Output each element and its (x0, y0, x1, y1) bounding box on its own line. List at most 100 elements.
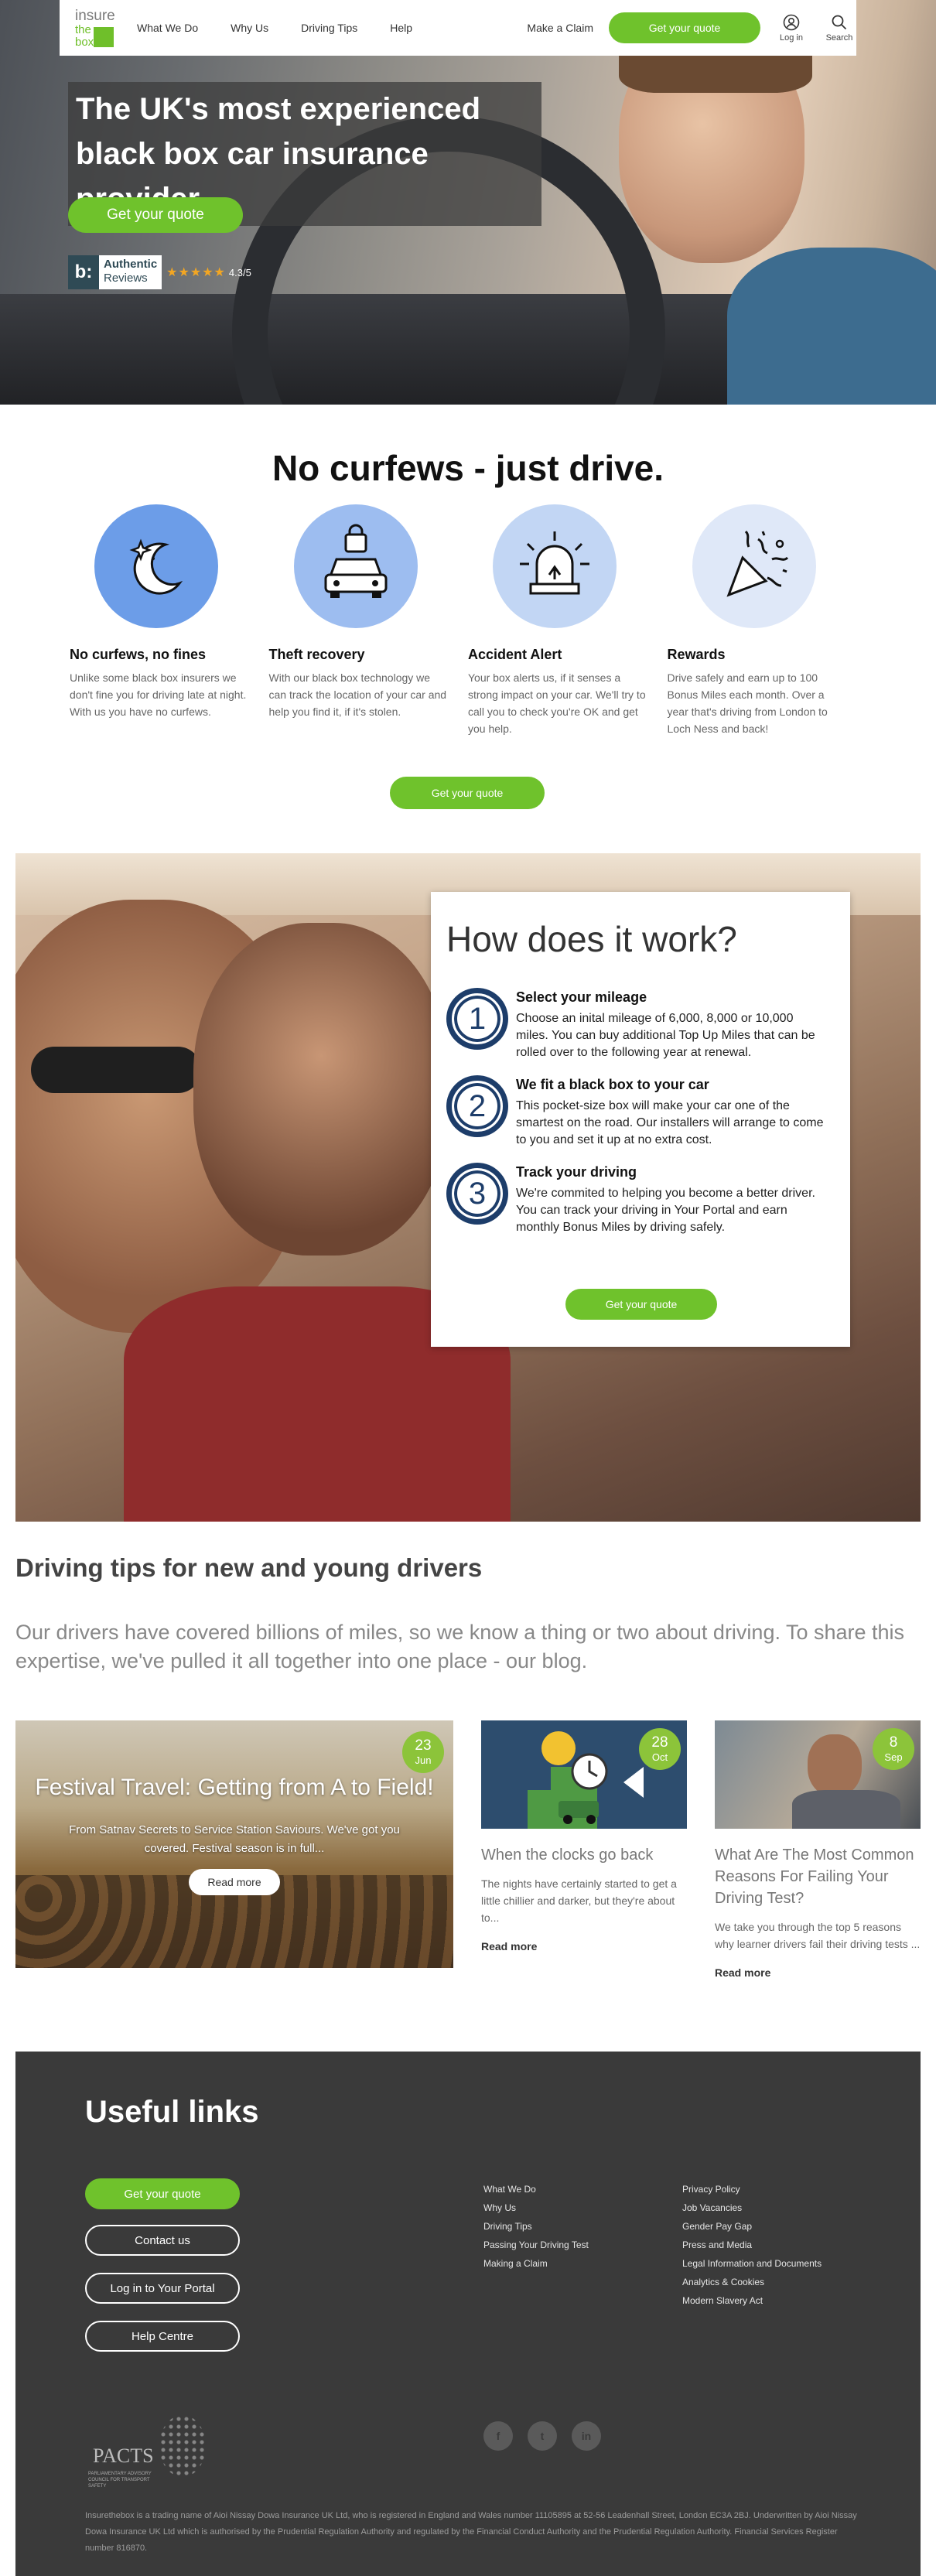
post-date-badge: 8 Sep (873, 1728, 914, 1770)
footer-link[interactable]: Privacy Policy (682, 2180, 822, 2198)
how-title: How does it work? (446, 919, 737, 959)
blog-title: Driving tips for new and young drivers (15, 1553, 483, 1582)
social-links: f t in (483, 2421, 601, 2451)
feature-text: Unlike some black box insurers we don't … (70, 671, 247, 718)
footer-link[interactable]: Modern Slavery Act (682, 2291, 822, 2310)
nav-help[interactable]: Help (390, 22, 412, 34)
footer-title: Useful links (85, 2095, 259, 2129)
help-centre-button[interactable]: Help Centre (85, 2321, 240, 2352)
post-image: 8 Sep (715, 1720, 921, 1829)
login-portal-button[interactable]: Log in to Your Portal (85, 2273, 240, 2304)
features-title: No curfews - just drive. (272, 448, 664, 488)
site-footer: Useful links Get your quote Contact us L… (15, 2052, 921, 2576)
featured-read-more-button[interactable]: Read more (189, 1869, 280, 1895)
footer-link[interactable]: Press and Media (682, 2236, 822, 2254)
post-photo-person (808, 1734, 862, 1796)
featured-post-title: Festival Travel: Getting from A to Field… (35, 1775, 434, 1800)
post-date-badge: 28 Oct (639, 1728, 681, 1770)
footer-link[interactable]: Passing Your Driving Test (483, 2236, 589, 2254)
feature-text: Drive safely and earn up to 100 Bonus Mi… (667, 671, 828, 735)
pacts-logo: PACTS PARLIAMENTARY ADVISORY COUNCIL FOR… (85, 2415, 206, 2489)
feature-title: Accident Alert (468, 647, 562, 662)
search-label: Search (825, 32, 853, 43)
step-number-badge: 1 (446, 988, 508, 1050)
footer-link[interactable]: Gender Pay Gap (682, 2217, 822, 2236)
header-get-quote-button[interactable]: Get your quote (609, 12, 760, 43)
step-text: This pocket-size box will make your car … (516, 1099, 824, 1146)
login-button[interactable]: Log in (774, 14, 808, 43)
site-header: insure the box What We Do Why Us Driving… (60, 0, 856, 56)
step-text: Choose an inital mileage of 6,000, 8,000… (516, 1012, 815, 1059)
feature-no-curfews: No curfews, no fines Unlike some black b… (70, 504, 269, 737)
feature-accident-alert: Accident Alert Your box alerts us, if it… (468, 504, 668, 737)
how-get-quote-button[interactable]: Get your quote (565, 1289, 717, 1320)
pacts-name: PACTS (93, 2444, 154, 2467)
feature-text: With our black box technology we can tra… (268, 671, 447, 718)
rating-value: 4.3/5 (228, 266, 251, 278)
post-title[interactable]: What Are The Most Common Reasons For Fai… (715, 1844, 921, 1909)
post-date-badge: 23 Jun (402, 1731, 444, 1773)
authentic-reviews-badge[interactable]: b: Authentic Reviews ★★★★★ 4.3/5 (68, 255, 251, 289)
reviews-logo-icon: b: (68, 255, 99, 289)
read-more-link[interactable]: Read more (715, 1966, 921, 1979)
footer-get-quote-button[interactable]: Get your quote (85, 2178, 240, 2209)
step-3: 3 Track your driving We're commited to he… (446, 1163, 835, 1236)
footer-links-col1: What We Do Why Us Driving Tips Passing Y… (483, 2180, 589, 2273)
post-driving-test[interactable]: 8 Sep What Are The Most Common Reasons Fo… (715, 1720, 921, 1979)
user-icon (783, 14, 800, 30)
search-button[interactable]: Search (822, 14, 856, 43)
make-claim-link[interactable]: Make a Claim (527, 22, 593, 34)
footer-link[interactable]: Making a Claim (483, 2254, 589, 2273)
footer-link[interactable]: Driving Tips (483, 2217, 589, 2236)
footer-link[interactable]: Job Vacancies (682, 2198, 822, 2217)
linkedin-icon[interactable]: in (572, 2421, 601, 2451)
nav-why-us[interactable]: Why Us (231, 22, 268, 34)
post-clocks[interactable]: 28 Oct When the clocks go back The nights… (481, 1720, 687, 1952)
hero-get-quote-button[interactable]: Get your quote (68, 197, 243, 233)
read-more-link[interactable]: Read more (481, 1940, 687, 1952)
rating-stars: ★★★★★ (166, 266, 226, 279)
footer-link[interactable]: Analytics & Cookies (682, 2273, 822, 2291)
twitter-icon[interactable]: t (528, 2421, 557, 2451)
footer-link[interactable]: What We Do (483, 2180, 589, 2198)
step-title: Select your mileage (516, 989, 647, 1005)
moon-stars-icon (94, 504, 218, 628)
nav-what-we-do[interactable]: What We Do (137, 22, 198, 34)
siren-icon (493, 504, 617, 628)
features-row: No curfews, no fines Unlike some black b… (70, 504, 866, 737)
post-text: We take you through the top 5 reasons wh… (715, 1921, 921, 1950)
search-icon (832, 15, 847, 29)
feature-text: Your box alerts us, if it senses a stron… (468, 671, 646, 735)
main-nav: What We Do Why Us Driving Tips Help (137, 22, 445, 34)
pacts-subtitle: PARLIAMENTARY ADVISORY COUNCIL FOR TRANS… (88, 2472, 152, 2489)
feature-title: Theft recovery (268, 647, 365, 662)
car-lock-icon (293, 504, 418, 628)
nav-driving-tips[interactable]: Driving Tips (301, 22, 357, 34)
photo-sunglasses (31, 1047, 201, 1093)
post-title[interactable]: When the clocks go back (481, 1844, 687, 1866)
logo-text-1: insure (75, 8, 115, 24)
how-it-works-card: How does it work? 1 Select your mileage C… (431, 892, 850, 1347)
feature-title: Rewards (667, 647, 726, 662)
reviews-label: Authentic Reviews (99, 255, 162, 289)
facebook-icon[interactable]: f (483, 2421, 513, 2451)
logo-text-2: the (75, 23, 91, 36)
login-label: Log in (780, 32, 803, 43)
post-text: The nights have certainly started to get… (481, 1877, 677, 1924)
step-number-badge: 3 (446, 1163, 508, 1225)
features-get-quote-button[interactable]: Get your quote (390, 777, 545, 809)
feature-rewards: Rewards Drive safely and earn up to 100 … (668, 504, 867, 737)
feature-title: No curfews, no fines (70, 647, 207, 662)
footer-link[interactable]: Why Us (483, 2198, 589, 2217)
party-popper-icon (692, 504, 816, 628)
footer-link[interactable]: Legal Information and Documents (682, 2254, 822, 2273)
blog-intro: Our drivers have covered billions of mil… (15, 1621, 905, 1672)
step-1: 1 Select your mileage Choose an inital mi… (446, 988, 835, 1061)
step-title: We fit a black box to your car (516, 1077, 709, 1092)
step-text: We're commited to helping you become a b… (516, 1187, 815, 1234)
featured-post[interactable]: 23 Jun Festival Travel: Getting from A to… (15, 1720, 453, 1968)
step-title: Track your driving (516, 1164, 637, 1180)
photo-man (193, 923, 449, 1256)
contact-us-button[interactable]: Contact us (85, 2225, 240, 2256)
insurethebox-logo[interactable]: insure the box (72, 4, 120, 52)
